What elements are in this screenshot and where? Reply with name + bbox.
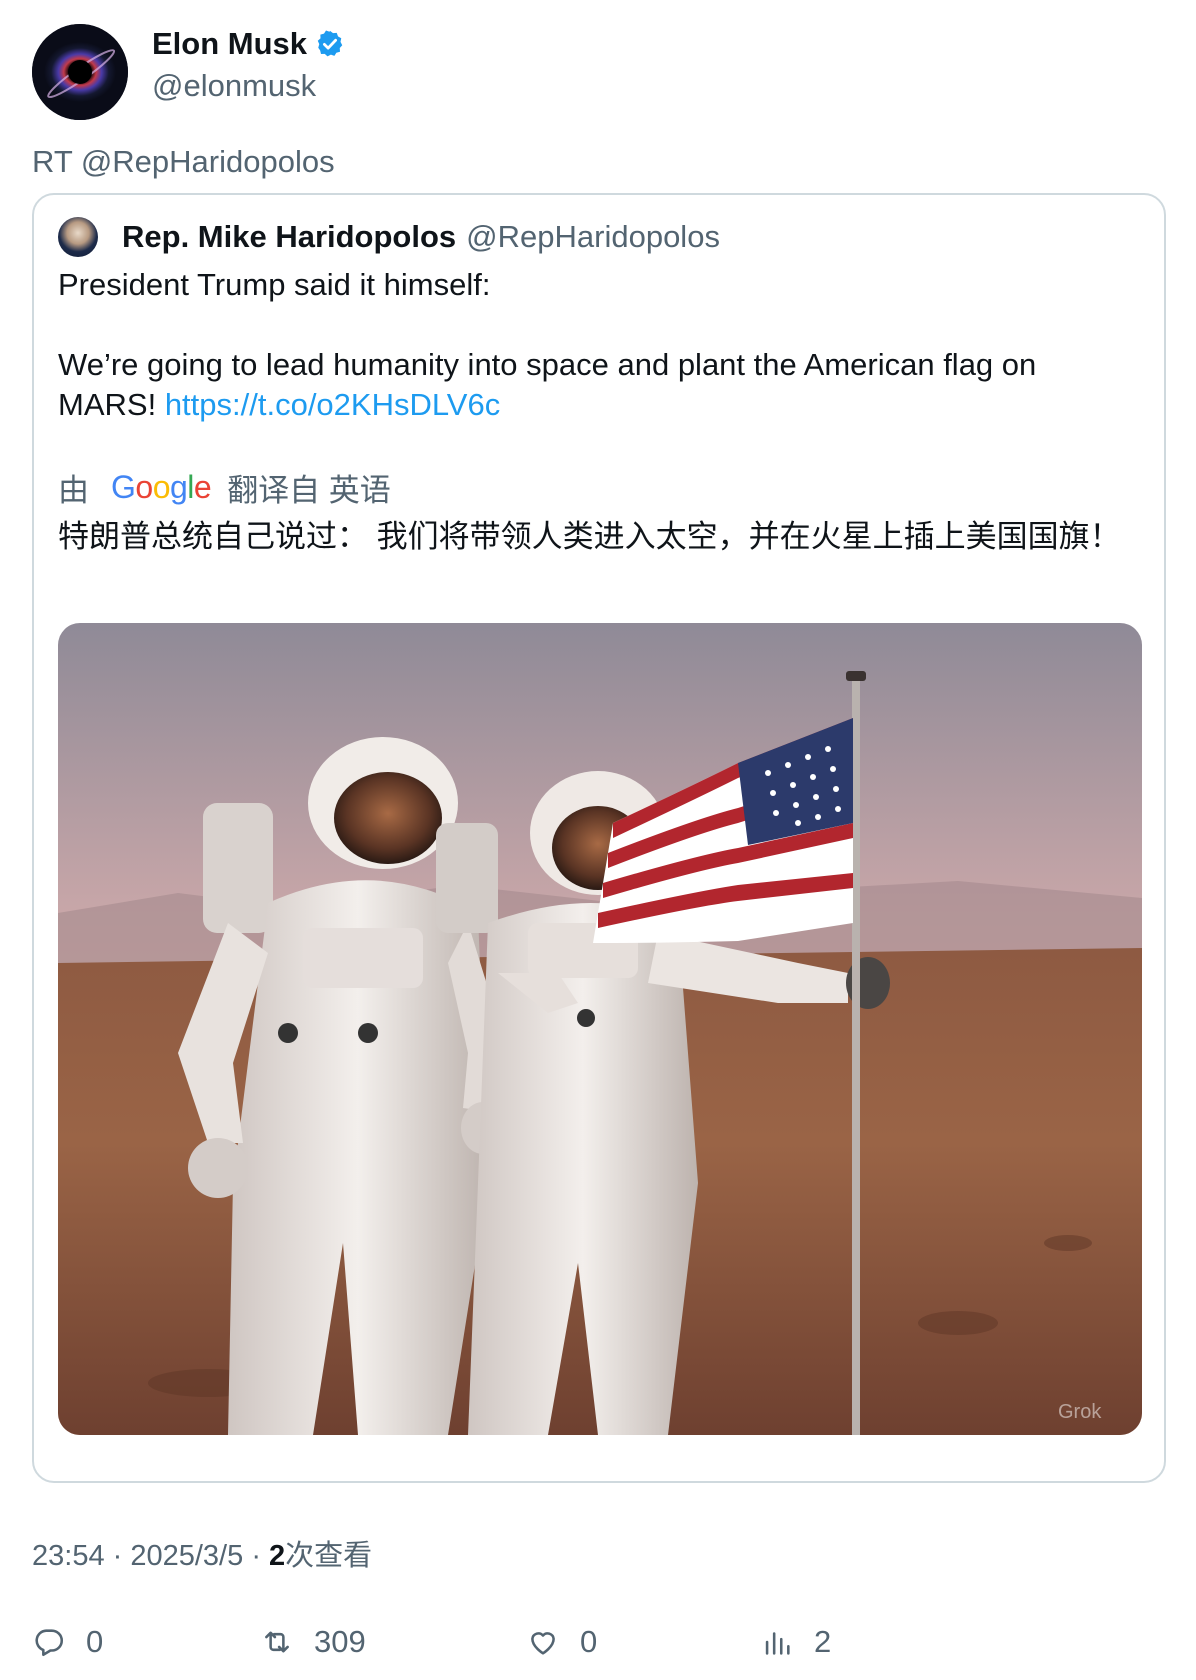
quoted-text-line-1: President Trump said it himself: xyxy=(58,267,491,302)
author-handle[interactable]: @elonmusk xyxy=(152,66,316,106)
action-bar: 0 309 0 2 xyxy=(32,1620,1162,1664)
quoted-media-image[interactable]: Grok xyxy=(58,623,1142,1435)
reply-count: 0 xyxy=(86,1624,104,1659)
meta-separator: · xyxy=(251,1540,270,1572)
google-logo: Google xyxy=(111,468,212,505)
translate-prefix: 由 xyxy=(58,472,89,508)
quoted-avatar[interactable] xyxy=(58,217,98,257)
retweet-count: 309 xyxy=(314,1624,366,1659)
retweet-icon xyxy=(265,1631,289,1653)
views-button[interactable]: 2 xyxy=(760,1620,831,1664)
meta-separator: · xyxy=(112,1540,131,1572)
quoted-link[interactable]: https://t.co/o2KHsDLV6c xyxy=(165,387,500,422)
tweet-date[interactable]: 2025/3/5 xyxy=(130,1540,243,1572)
like-count: 0 xyxy=(580,1624,598,1659)
reply-icon xyxy=(35,1629,64,1657)
views-icon xyxy=(765,1632,790,1655)
media-watermark: Grok xyxy=(1058,1401,1102,1423)
author-name-text[interactable]: Elon Musk xyxy=(152,24,307,64)
like-icon xyxy=(531,1632,555,1655)
quoted-author-handle[interactable]: @RepHaridopolos xyxy=(466,219,720,255)
quoted-text: President Trump said it himself: We’re g… xyxy=(58,265,1138,425)
quoted-text-line-2: We’re going to lead humanity into space … xyxy=(58,345,1138,425)
tweet-time[interactable]: 23:54 xyxy=(32,1540,105,1572)
views-label: 次查看 xyxy=(285,1540,373,1572)
views-action-count: 2 xyxy=(814,1624,832,1659)
quoted-header: Rep. Mike Haridopolos @RepHaridopolos xyxy=(58,215,720,259)
author-name[interactable]: Elon Musk xyxy=(152,24,345,64)
quoted-author-name[interactable]: Rep. Mike Haridopolos xyxy=(122,219,456,255)
quoted-tweet[interactable]: Rep. Mike Haridopolos @RepHaridopolos Pr… xyxy=(32,193,1166,1483)
translate-suffix: 翻译自 英语 xyxy=(227,472,391,508)
tweet-header: Elon Musk @elonmusk xyxy=(32,24,1162,122)
retweet-button[interactable]: 309 xyxy=(260,1620,366,1664)
author-avatar[interactable] xyxy=(32,24,128,120)
translated-text: 特朗普总统自己说过： 我们将带领人类进入太空，并在火星上插上美国国旗！ xyxy=(58,519,1121,554)
views-count: 2 xyxy=(269,1540,286,1572)
verified-badge-icon xyxy=(317,30,343,57)
like-button[interactable]: 0 xyxy=(526,1620,597,1664)
translation-attribution: 由 Google 翻译自 英语 xyxy=(58,465,391,509)
tweet-meta: 23:54 · 2025/3/5 · 2次查看 xyxy=(32,1536,372,1576)
retweet-text: RT @RepHaridopolos xyxy=(32,144,335,179)
reply-button[interactable]: 0 xyxy=(32,1620,103,1664)
